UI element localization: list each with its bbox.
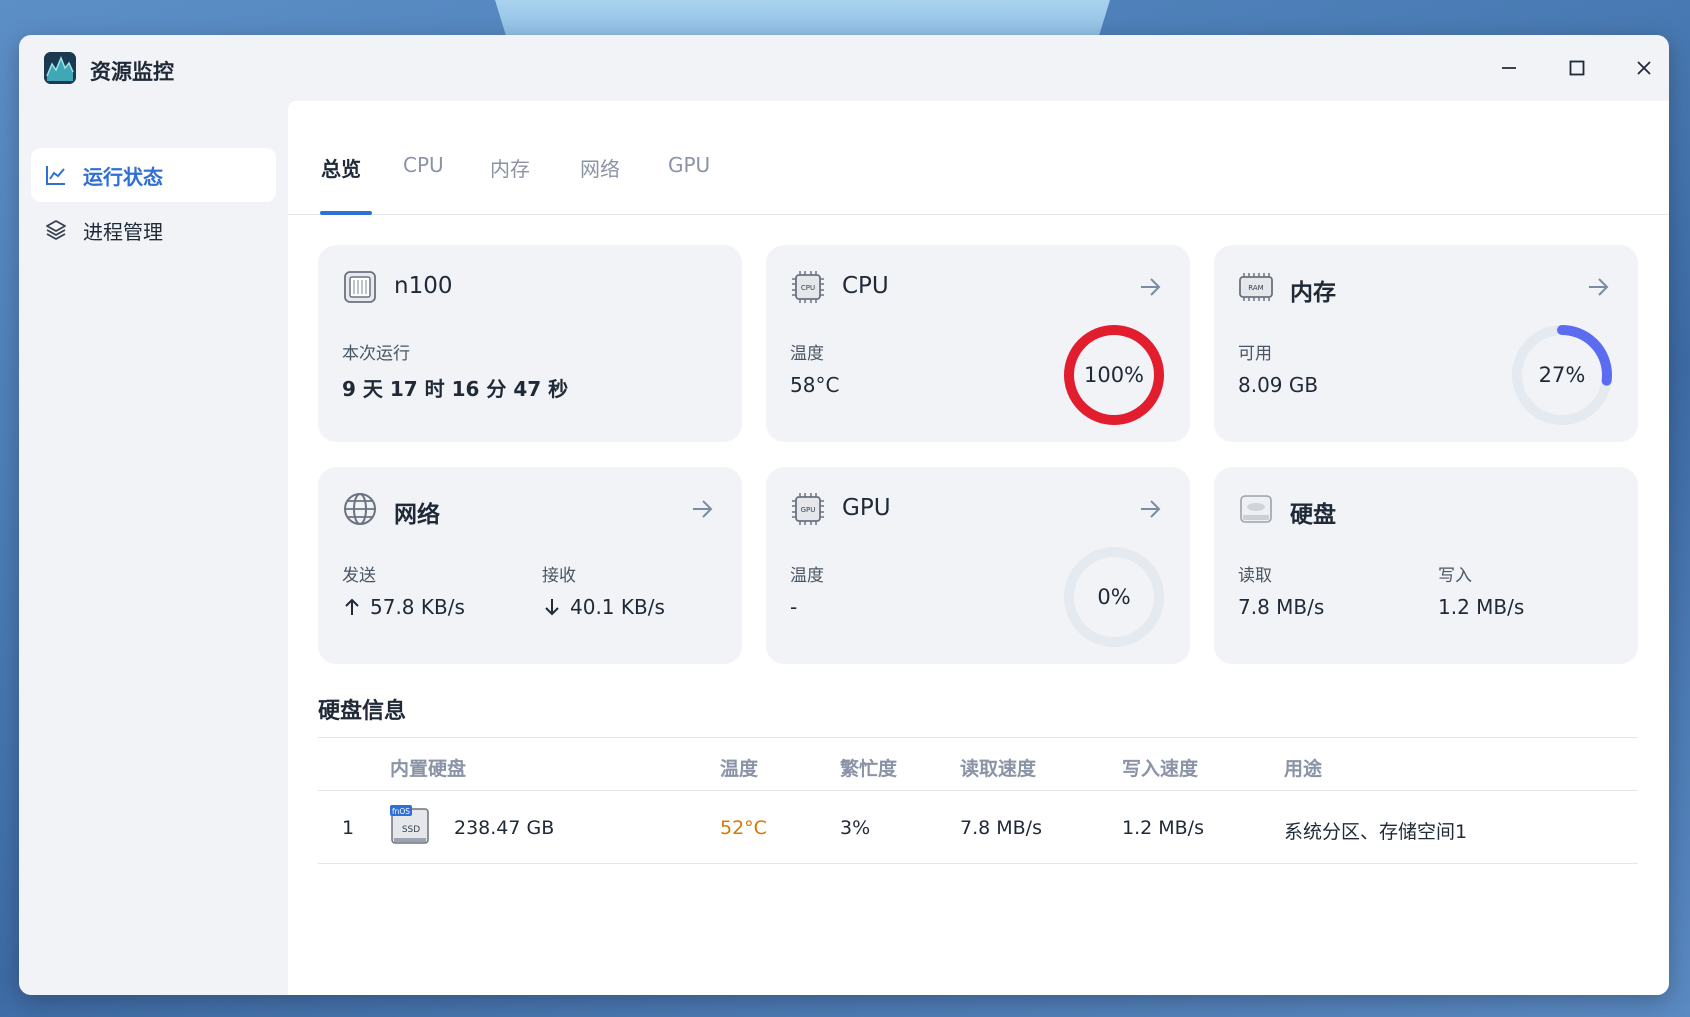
sidebar-item-status[interactable]: 运行状态 <box>31 148 276 202</box>
cpu-title: CPU <box>842 273 889 299</box>
column-header: 内置硬盘 <box>390 758 467 780</box>
network-recv: 40.1 KB/s <box>542 595 665 619</box>
titlebar: 资源监控 <box>19 35 1669 101</box>
tab-overview[interactable]: 总览 <box>321 153 361 182</box>
gpu-icon: GPU <box>790 491 826 527</box>
disk-read-speed: 7.8 MB/s <box>960 817 1042 839</box>
tab-cpu[interactable]: CPU <box>403 153 444 177</box>
disk-temp: 52°C <box>720 817 767 839</box>
gpu-usage-text: 0% <box>1097 585 1131 609</box>
cpu-usage-text: 100% <box>1083 363 1145 387</box>
network-title: 网络 <box>394 502 440 528</box>
table-row[interactable]: 1 fnOS SSD 238.47 GB 52°C 3% 7.8 MB/s 1.… <box>318 791 1638 864</box>
disk-busy: 3% <box>840 817 871 839</box>
maximize-icon <box>1569 60 1585 76</box>
chart-line-icon <box>43 162 69 188</box>
cpu-temp-value: 58°C <box>790 373 840 397</box>
gpu-card[interactable]: GPU GPU 温度 - 0% <box>766 467 1190 664</box>
network-send-label: 发送 <box>342 566 376 586</box>
arrow-right-icon[interactable] <box>1136 273 1164 301</box>
memory-avail-value: 8.09 GB <box>1238 373 1319 397</box>
gpu-usage-gauge: 0% <box>1062 545 1166 649</box>
column-header: 繁忙度 <box>840 758 898 780</box>
system-title: n100 <box>394 273 453 299</box>
desktop-wallpaper-shape <box>495 0 1110 40</box>
row-index: 1 <box>342 817 355 839</box>
tab-bar: 总览 CPU 内存 网络 GPU <box>288 101 1669 215</box>
main-panel: 总览 CPU 内存 网络 GPU n100 本次运行 9 天 17 时 16 分… <box>288 101 1669 995</box>
close-icon <box>1637 61 1651 75</box>
app-title: 资源监控 <box>90 60 174 84</box>
layers-icon <box>43 217 69 243</box>
close-button[interactable] <box>1627 51 1661 85</box>
disk-usage: 系统分区、存储空间1 <box>1284 821 1468 843</box>
network-recv-value: 40.1 KB/s <box>570 595 665 619</box>
column-header: 读取速度 <box>960 758 1037 780</box>
fnos-badge-text: fnOS <box>392 807 410 816</box>
cpu-temp-label: 温度 <box>790 344 824 364</box>
sidebar-item-process[interactable]: 进程管理 <box>31 203 276 257</box>
disk-title: 硬盘 <box>1290 502 1336 528</box>
tab-memory[interactable]: 内存 <box>490 153 530 182</box>
memory-usage-gauge: 27% <box>1510 323 1614 427</box>
disk-write-value: 1.2 MB/s <box>1438 595 1525 619</box>
svg-text:GPU: GPU <box>801 506 816 514</box>
ssd-label-text: SSD <box>402 825 420 835</box>
disk-table: 内置硬盘 温度 繁忙度 读取速度 写入速度 用途 1 fnOS SSD 238.… <box>318 737 1638 864</box>
cpu-card[interactable]: CPU CPU 温度 58°C 100% <box>766 245 1190 442</box>
gpu-temp-value: - <box>790 595 798 619</box>
sidebar-item-label: 运行状态 <box>83 164 163 189</box>
ram-icon: RAM <box>1238 269 1274 305</box>
column-header: 用途 <box>1284 758 1323 780</box>
network-recv-label: 接收 <box>542 566 576 586</box>
network-card[interactable]: 网络 发送 57.8 KB/s 接收 40.1 KB/s <box>318 467 742 664</box>
ssd-icon: fnOS SSD <box>390 805 430 847</box>
table-header: 内置硬盘 温度 繁忙度 读取速度 写入速度 用途 <box>318 737 1638 791</box>
arrow-up-icon <box>345 598 359 615</box>
minimize-button[interactable] <box>1492 51 1526 85</box>
cpu-usage-gauge: 100% <box>1062 323 1166 427</box>
gpu-title: GPU <box>842 495 891 521</box>
svg-text:RAM: RAM <box>1248 284 1263 292</box>
tab-active-indicator <box>320 211 372 215</box>
disk-write-label: 写入 <box>1438 566 1472 586</box>
column-header: 温度 <box>720 758 759 780</box>
disk-read-label: 读取 <box>1238 566 1272 586</box>
cpu-icon: CPU <box>790 269 826 305</box>
app-logo-icon <box>44 52 76 84</box>
uptime-value: 9 天 17 时 16 分 47 秒 <box>342 377 569 401</box>
gpu-temp-label: 温度 <box>790 566 824 586</box>
disk-write-speed: 1.2 MB/s <box>1122 817 1204 839</box>
memory-usage-text: 27% <box>1538 363 1586 387</box>
memory-avail-label: 可用 <box>1238 344 1272 364</box>
memory-title: 内存 <box>1290 280 1336 306</box>
app-window: 资源监控 运行状态 进程管理 总览 CPU 内存 网络 GPU n100 本次运… <box>19 35 1669 995</box>
tab-network[interactable]: 网络 <box>580 153 620 182</box>
tab-gpu[interactable]: GPU <box>668 153 710 177</box>
svg-text:CPU: CPU <box>801 284 815 292</box>
maximize-button[interactable] <box>1560 51 1594 85</box>
network-send: 57.8 KB/s <box>342 595 465 619</box>
disk-info-title: 硬盘信息 <box>318 699 407 724</box>
arrow-down-icon <box>545 599 559 616</box>
sidebar: 运行状态 进程管理 <box>19 101 288 995</box>
arrow-right-icon[interactable] <box>688 495 716 523</box>
network-send-value: 57.8 KB/s <box>370 595 465 619</box>
globe-icon <box>342 491 378 527</box>
memory-card[interactable]: RAM 内存 可用 8.09 GB 27% <box>1214 245 1638 442</box>
column-header: 写入速度 <box>1122 758 1199 780</box>
sidebar-item-label: 进程管理 <box>83 219 163 244</box>
arrow-right-icon[interactable] <box>1136 495 1164 523</box>
system-card: n100 本次运行 9 天 17 时 16 分 47 秒 <box>318 245 742 442</box>
hard-drive-icon <box>1238 491 1274 527</box>
disk-capacity: 238.47 GB <box>454 817 555 839</box>
minimize-icon <box>1502 67 1516 69</box>
disk-read-value: 7.8 MB/s <box>1238 595 1325 619</box>
disk-card: 硬盘 读取 7.8 MB/s 写入 1.2 MB/s <box>1214 467 1638 664</box>
arrow-right-icon[interactable] <box>1584 273 1612 301</box>
chip-icon <box>342 269 378 305</box>
uptime-label: 本次运行 <box>342 344 410 364</box>
